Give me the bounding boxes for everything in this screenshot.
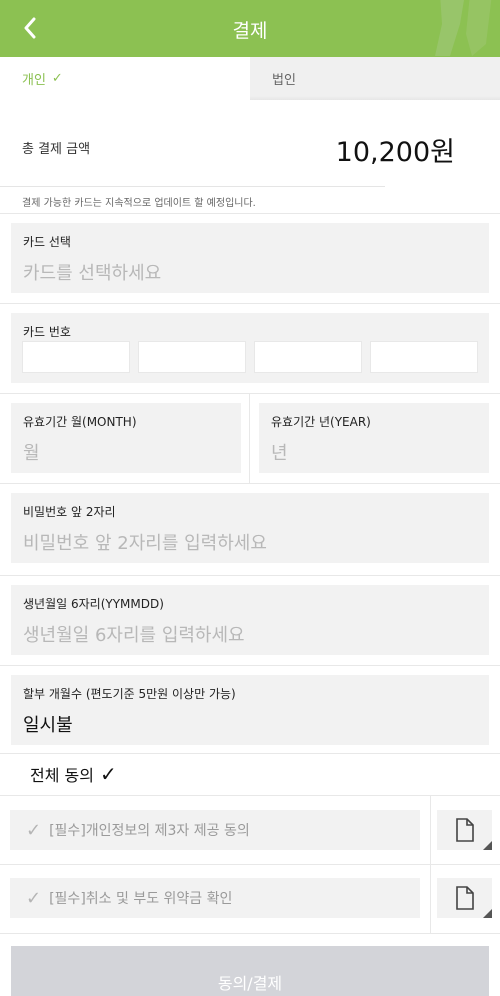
divider <box>430 865 431 933</box>
birthdate-placeholder: 생년월일 6자리를 입력하세요 <box>23 625 245 646</box>
document-icon <box>455 886 474 910</box>
divider <box>430 796 431 864</box>
card-select-placeholder: 카드를 선택하세요 <box>23 263 162 284</box>
card-select[interactable]: 카드 선택 카드를 선택하세요 <box>11 223 489 293</box>
terms-item-privacy[interactable]: ✓ [필수]개인정보의 제3자 제공 동의 <box>10 810 420 850</box>
total-amount-value: 10,200원 <box>335 137 455 168</box>
app-header: 결제 <box>0 0 500 57</box>
corner-indicator <box>483 909 492 918</box>
tab-personal-label: 개인 <box>22 73 46 88</box>
installment-value: 일시불 <box>23 715 73 736</box>
terms-view-button[interactable] <box>437 878 492 918</box>
expiry-year-label: 유효기간 년(YEAR) <box>271 415 371 429</box>
expiry-year-placeholder: 년 <box>271 443 288 464</box>
divider <box>0 864 500 865</box>
expiry-month-placeholder: 월 <box>23 443 40 464</box>
check-icon: ✓ <box>26 887 42 909</box>
terms-view-button[interactable] <box>437 810 492 850</box>
expiry-month-select[interactable]: 유효기간 월(MONTH) 월 <box>11 403 241 473</box>
expiry-year-select[interactable]: 유효기간 년(YEAR) 년 <box>259 403 489 473</box>
divider <box>0 795 500 796</box>
divider <box>0 213 500 214</box>
tab-corporate[interactable]: 법인 <box>250 57 500 100</box>
card-select-label: 카드 선택 <box>23 235 71 249</box>
birthdate-field[interactable]: 생년월일 6자리(YYMMDD) 생년월일 6자리를 입력하세요 <box>11 585 489 655</box>
agree-and-pay-button[interactable]: 동의/결제 <box>11 946 489 996</box>
terms-item-label: [필수]개인정보의 제3자 제공 동의 <box>49 823 250 839</box>
divider <box>0 303 500 304</box>
card-number-input-3[interactable] <box>254 341 362 373</box>
installment-label: 할부 개월수 (편도기준 5만원 이상만 가능) <box>23 687 236 701</box>
divider <box>0 393 500 394</box>
customer-type-tabs: 개인 ✓ 법인 <box>0 57 500 100</box>
agree-and-pay-label: 동의/결제 <box>217 974 283 993</box>
installment-select[interactable]: 할부 개월수 (편도기준 5만원 이상만 가능) 일시불 <box>11 675 489 745</box>
page-title: 결제 <box>232 20 268 42</box>
password-field[interactable]: 비밀번호 앞 2자리 비밀번호 앞 2자리를 입력하세요 <box>11 493 489 563</box>
divider <box>0 753 500 754</box>
expiry-month-label: 유효기간 월(MONTH) <box>23 415 137 429</box>
terms-item-label: [필수]취소 및 부도 위약금 확인 <box>49 891 233 907</box>
agree-all-label: 전체 동의 <box>30 766 94 785</box>
password-label: 비밀번호 앞 2자리 <box>23 505 116 519</box>
tab-corporate-label: 법인 <box>272 73 296 88</box>
corner-indicator <box>483 841 492 850</box>
card-number-label: 카드 번호 <box>23 325 71 339</box>
check-icon: ✓ <box>26 819 42 841</box>
card-number-input-2[interactable] <box>138 341 246 373</box>
divider <box>0 186 385 187</box>
birthdate-label: 생년월일 6자리(YYMMDD) <box>23 597 164 611</box>
divider <box>0 483 500 484</box>
card-number-input-1[interactable] <box>22 341 130 373</box>
terms-item-cancellation[interactable]: ✓ [필수]취소 및 부도 위약금 확인 <box>10 878 420 918</box>
card-number-input-4[interactable] <box>370 341 478 373</box>
password-placeholder: 비밀번호 앞 2자리를 입력하세요 <box>23 533 267 554</box>
total-amount-label: 총 결제 금액 <box>22 142 91 157</box>
total-amount-row: 총 결제 금액 10,200원 <box>0 100 500 190</box>
divider <box>0 933 500 934</box>
tab-personal[interactable]: 개인 ✓ <box>0 57 250 100</box>
check-icon: ✓ <box>51 71 63 86</box>
divider <box>0 665 500 666</box>
check-icon: ✓ <box>99 762 117 786</box>
document-icon <box>455 818 474 842</box>
card-notice: 결제 가능한 카드는 지속적으로 업데이트 할 예정입니다. <box>22 198 256 209</box>
divider <box>249 394 250 483</box>
agree-all-toggle[interactable]: 전체 동의 ✓ <box>30 762 117 786</box>
divider <box>0 575 500 576</box>
